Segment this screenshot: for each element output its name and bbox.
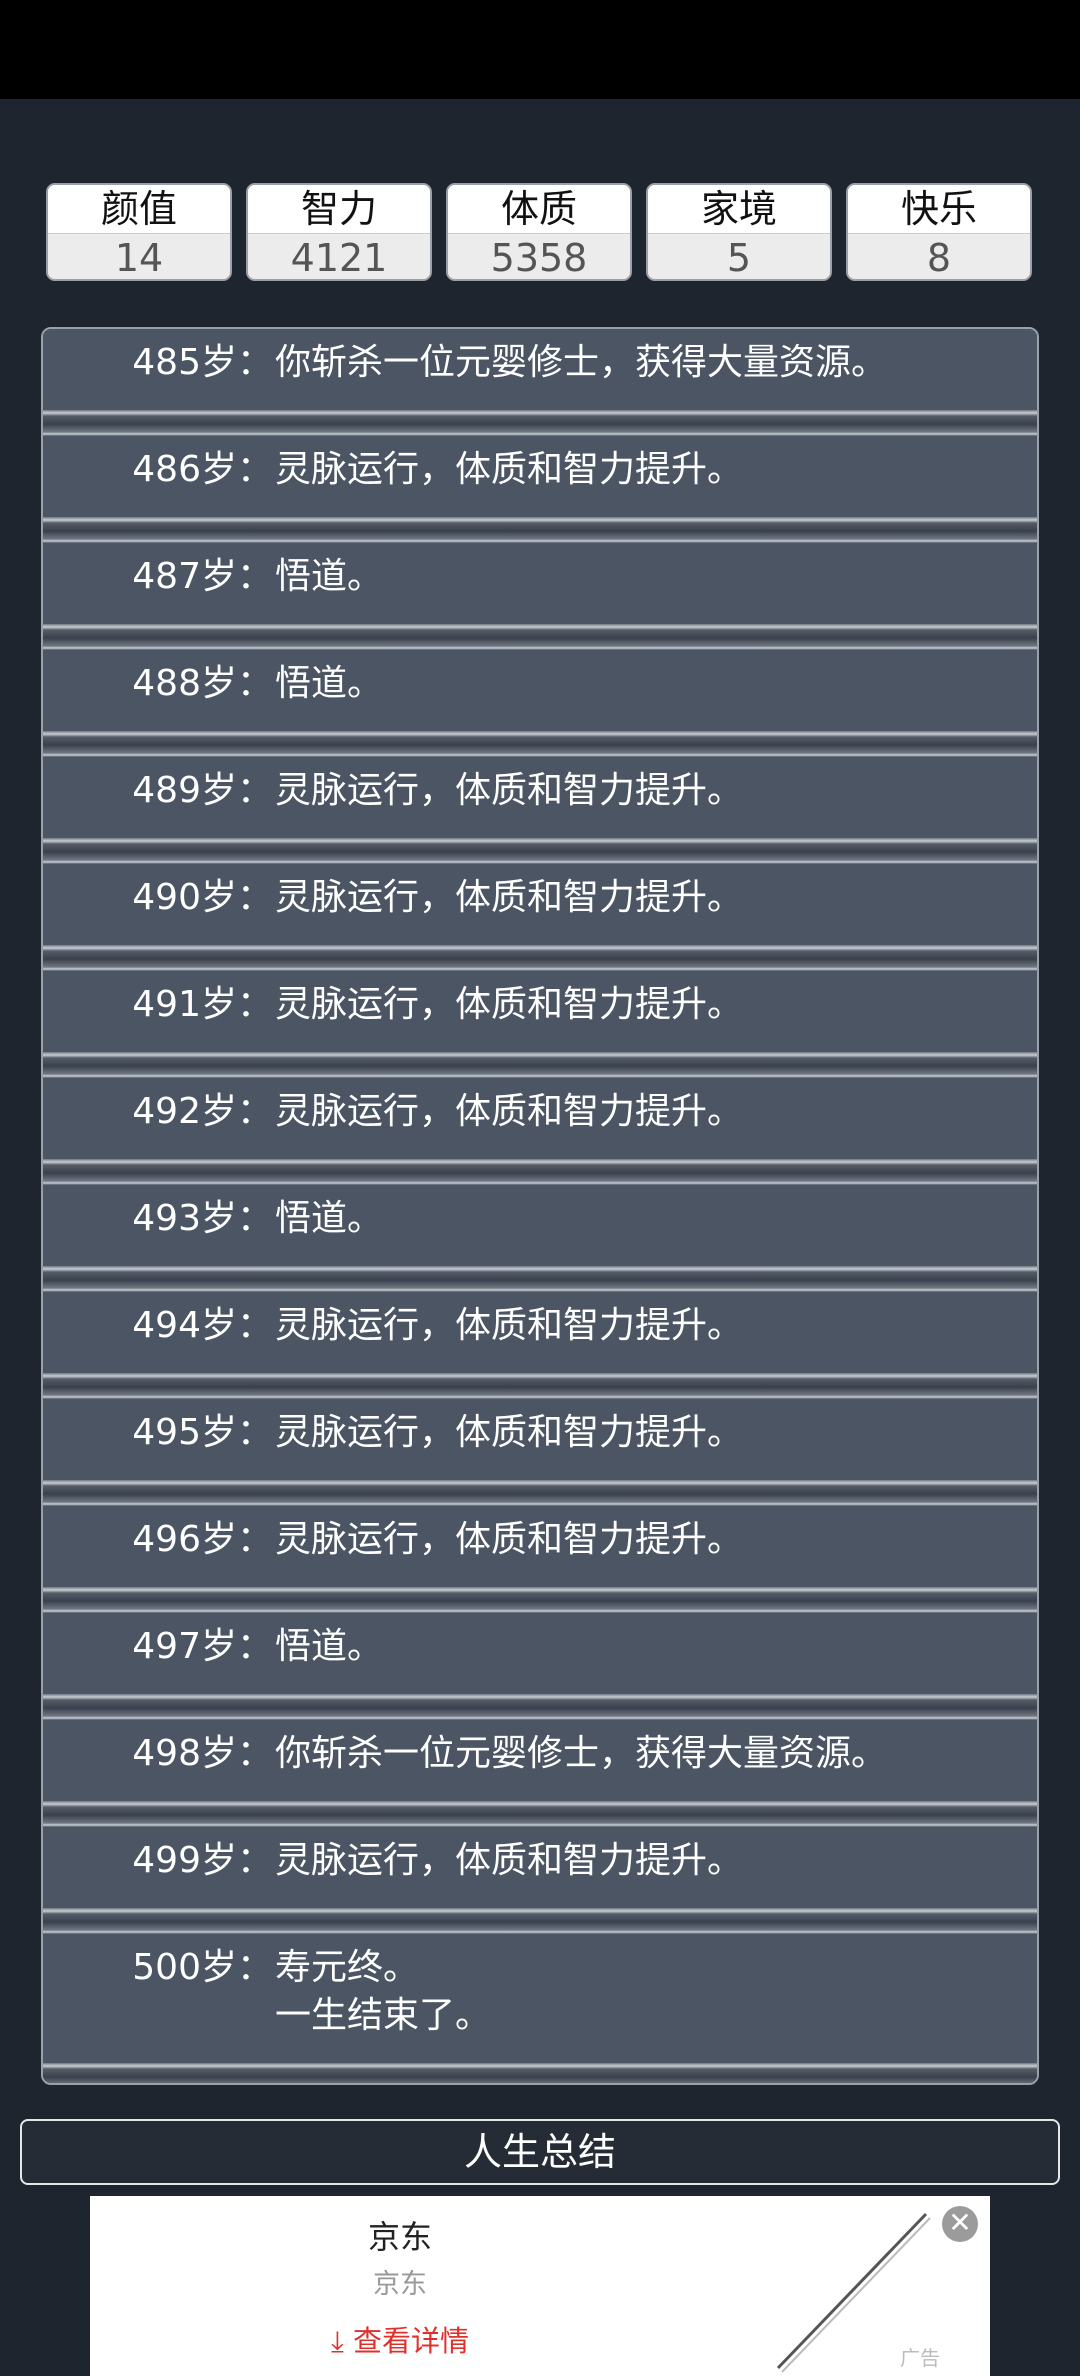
log-separator [43,1373,1037,1399]
log-entry-age: 489岁： [132,770,273,811]
stat-value: 5 [648,233,830,279]
log-entry-age: 493岁： [132,1198,273,1239]
log-entry-text: 悟道。 [275,1198,384,1239]
ad-banner[interactable]: 京东 京东 ⤓ 查看详情 ✕ 广告 [90,2196,990,2376]
log-entry: 496岁： 灵脉运行，体质和智力提升。 [43,1506,1037,1587]
log-entry-age: 491岁： [132,984,273,1025]
log-entry-text: 悟道。 [275,556,384,597]
log-entry-age: 488岁： [132,663,273,704]
log-separator [43,1587,1037,1613]
log-entry-text: 灵脉运行，体质和智力提升。 [275,449,744,490]
stat-label: 智力 [248,185,430,233]
log-entry: 492岁： 灵脉运行，体质和智力提升。 [43,1078,1037,1159]
log-separator [43,1266,1037,1292]
life-event-log[interactable]: 485岁： 你斩杀一位元婴修士，获得大量资源。 486岁： 灵脉运行，体质和智力提升。… [41,327,1039,2085]
log-entry-age: 496岁： [132,1519,273,1560]
log-entry: 499岁： 灵脉运行，体质和智力提升。 [43,1827,1037,1908]
log-entry: 495岁： 灵脉运行，体质和智力提升。 [43,1399,1037,1480]
log-entry-age: 485岁： [132,342,273,383]
log-separator [43,2063,1037,2083]
log-entry-text: 灵脉运行，体质和智力提升。 [275,877,744,918]
log-separator [43,517,1037,543]
stat-appearance: 颜值 14 [46,183,232,281]
log-entry: 489岁： 灵脉运行，体质和智力提升。 [43,757,1037,838]
stat-label: 体质 [448,185,630,233]
log-entry: 497岁： 悟道。 [43,1613,1037,1694]
stat-happiness: 快乐 8 [846,183,1032,281]
log-separator [43,410,1037,436]
log-entry-text: 灵脉运行，体质和智力提升。 [275,770,744,811]
log-entry-text: 你斩杀一位元婴修士，获得大量资源。 [275,1733,888,1774]
log-separator [43,945,1037,971]
stat-value: 4121 [248,233,430,279]
log-entry-age: 490岁： [132,877,273,918]
stat-intelligence: 智力 4121 [246,183,432,281]
log-separator [43,1052,1037,1078]
log-entry-age: 494岁： [132,1305,273,1346]
log-separator [43,624,1037,650]
close-icon[interactable]: ✕ [942,2206,978,2242]
log-entry-age: 500岁： [132,1947,273,1988]
download-arrow-icon: ⤓ [330,2324,344,2358]
stat-label: 家境 [648,185,830,233]
ad-title: 京东 [367,2218,432,2256]
stat-constitution: 体质 5358 [446,183,632,281]
log-entry: 493岁： 悟道。 [43,1185,1037,1266]
log-separator [43,838,1037,864]
log-entry-text: 你斩杀一位元婴修士，获得大量资源。 [275,342,888,383]
log-entry-text: 寿元终。 [275,1947,420,1988]
log-entry: 487岁： 悟道。 [43,543,1037,624]
life-summary-button[interactable]: 人生总结 [20,2119,1060,2185]
log-entry-text: 悟道。 [275,663,384,704]
log-entry: 491岁： 灵脉运行，体质和智力提升。 [43,971,1037,1052]
ad-subtitle: 京东 [373,2269,427,2300]
stat-family: 家境 5 [646,183,832,281]
log-entry-text: 灵脉运行，体质和智力提升。 [275,1091,744,1132]
log-entry-text: 一生结束了。 [275,1995,492,2036]
stat-label: 快乐 [848,185,1030,233]
log-entry-text: 灵脉运行，体质和智力提升。 [275,1519,744,1560]
log-separator [43,1801,1037,1827]
log-entry-text: 灵脉运行，体质和智力提升。 [275,1305,744,1346]
log-entry-text: 灵脉运行，体质和智力提升。 [275,1840,744,1881]
log-entry-age: 495岁： [132,1412,273,1453]
log-entry-age: 487岁： [132,556,273,597]
stat-value: 5358 [448,233,630,279]
log-entry: 490岁： 灵脉运行，体质和智力提升。 [43,864,1037,945]
log-entry: 498岁： 你斩杀一位元婴修士，获得大量资源。 [43,1720,1037,1801]
log-entry-age: 499岁： [132,1840,273,1881]
log-entry: 500岁： 寿元终。一生结束了。 [43,1934,1037,2063]
log-entry: 485岁： 你斩杀一位元婴修士，获得大量资源。 [43,329,1037,410]
ad-cta-label: 查看详情 [353,2324,470,2358]
log-separator [43,1159,1037,1185]
stat-label: 颜值 [48,185,230,233]
log-entry-text: 悟道。 [275,1626,384,1667]
stat-value: 14 [48,233,230,279]
ad-label: 广告 [900,2346,940,2370]
stat-value: 8 [848,233,1030,279]
log-separator [43,1480,1037,1506]
log-entry: 494岁： 灵脉运行，体质和智力提升。 [43,1292,1037,1373]
log-entry-age: 486岁： [132,449,273,490]
log-entry: 488岁： 悟道。 [43,650,1037,731]
log-entry-text: 灵脉运行，体质和智力提升。 [275,984,744,1025]
log-entry-age: 497岁： [132,1626,273,1667]
status-bar [0,0,1080,99]
ad-cta-link[interactable]: ⤓ 查看详情 [90,2318,710,2360]
log-entry-age: 498岁： [132,1733,273,1774]
log-entry-text: 灵脉运行，体质和智力提升。 [275,1412,744,1453]
log-entry: 486岁： 灵脉运行，体质和智力提升。 [43,436,1037,517]
log-entry-age: 492岁： [132,1091,273,1132]
log-separator [43,1908,1037,1934]
attribute-panel: 颜值 14 智力 4121 体质 5358 家境 5 快乐 8 [46,183,1034,283]
log-separator [43,731,1037,757]
log-separator [43,1694,1037,1720]
